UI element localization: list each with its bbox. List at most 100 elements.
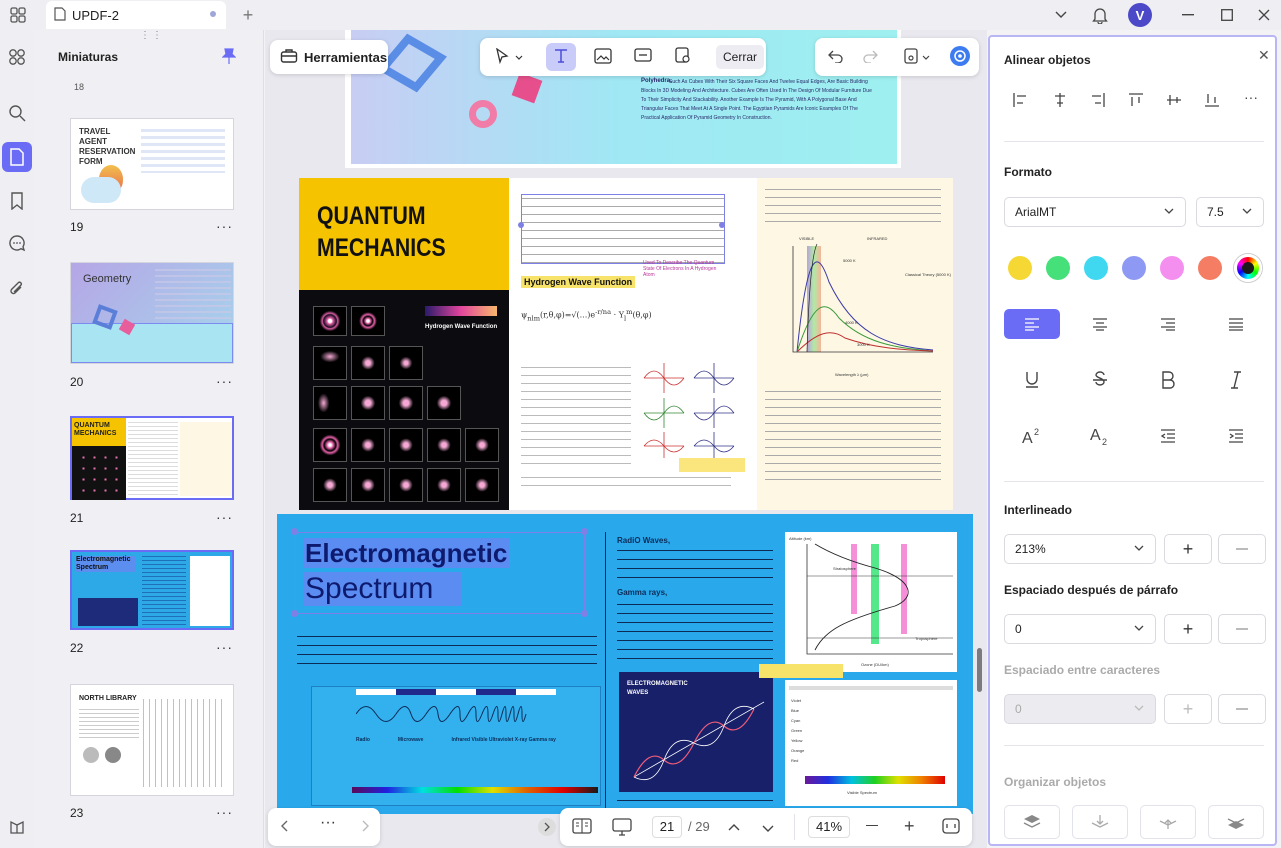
line-spacing-decrease-button[interactable] xyxy=(1218,534,1266,564)
chevron-down-icon[interactable] xyxy=(762,822,774,836)
italic-button[interactable] xyxy=(1208,365,1264,395)
increase-indent-button[interactable] xyxy=(1208,421,1264,451)
presentation-icon[interactable] xyxy=(612,818,632,839)
select-tool[interactable] xyxy=(486,43,532,71)
resize-handle[interactable]: ⋮⋮ xyxy=(140,31,162,41)
resize-handle[interactable] xyxy=(291,528,298,535)
thumbnails-icon[interactable] xyxy=(2,142,32,172)
app-grid-icon[interactable] xyxy=(8,5,28,25)
thumbnail-page-23[interactable]: NORTH LIBRARY xyxy=(70,684,234,796)
align-right-icon[interactable] xyxy=(1090,92,1106,111)
align-top-icon[interactable] xyxy=(1128,92,1144,111)
bring-forward-button[interactable] xyxy=(1072,805,1128,839)
thumb-more-icon[interactable]: ··· xyxy=(216,373,233,389)
image-tool[interactable] xyxy=(588,43,618,71)
decrease-indent-button[interactable] xyxy=(1140,421,1196,451)
align-center-v-icon[interactable] xyxy=(1166,92,1182,111)
line-spacing-increase-button[interactable]: + xyxy=(1164,534,1212,564)
align-left-icon[interactable] xyxy=(1012,92,1028,111)
zoom-out-icon[interactable] xyxy=(866,825,878,827)
thumb-more-icon[interactable]: ··· xyxy=(216,509,233,525)
superscript-button[interactable]: A2 xyxy=(1004,421,1060,451)
subscript-button[interactable]: A2 xyxy=(1072,421,1128,451)
chevron-left-icon[interactable] xyxy=(280,820,288,835)
text-align-center-button[interactable] xyxy=(1072,309,1128,339)
page-22[interactable]: Electromagnetic Spectrum Radio Microwave… xyxy=(277,514,973,814)
para-spacing-select[interactable]: 0 xyxy=(1004,614,1156,644)
thumb-more-icon[interactable]: ··· xyxy=(216,804,233,820)
search-icon[interactable] xyxy=(2,98,32,128)
send-to-back-button[interactable] xyxy=(1208,805,1264,839)
underline-button[interactable] xyxy=(1004,365,1060,395)
color-swatch-pink[interactable] xyxy=(1160,256,1184,280)
bell-icon[interactable] xyxy=(1086,3,1114,27)
color-swatch-orange[interactable] xyxy=(1198,256,1222,280)
para-spacing-decrease-button[interactable] xyxy=(1218,614,1266,644)
chevron-down-icon[interactable] xyxy=(1047,3,1075,27)
color-swatch-yellow[interactable] xyxy=(1008,256,1032,280)
redo-button[interactable] xyxy=(855,43,885,71)
close-panel-icon[interactable]: ✕ xyxy=(1258,47,1270,64)
collapse-arrow-icon[interactable] xyxy=(538,818,556,836)
thumb-more-icon[interactable]: ··· xyxy=(216,639,233,655)
ai-assistant-button[interactable] xyxy=(945,43,975,71)
selected-text-box[interactable] xyxy=(521,194,725,264)
resize-handle[interactable] xyxy=(719,222,725,228)
tools-button[interactable]: Herramientas xyxy=(270,40,388,74)
thumbnail-page-21[interactable]: QUANTUM MECHANICS xyxy=(70,416,234,500)
bookmark-icon[interactable] xyxy=(2,186,32,216)
text-edit-tool[interactable] xyxy=(546,43,576,71)
text-justify-button[interactable] xyxy=(1208,309,1264,339)
line-spacing-select[interactable]: 213% xyxy=(1004,534,1156,564)
apps-icon[interactable] xyxy=(2,42,32,72)
color-swatch-cyan[interactable] xyxy=(1084,256,1108,280)
comment-icon[interactable] xyxy=(2,228,32,258)
fit-page-icon[interactable] xyxy=(942,818,960,837)
char-spacing-decrease-button[interactable] xyxy=(1218,694,1266,724)
color-swatch-green[interactable] xyxy=(1046,256,1070,280)
zoom-input[interactable]: 41% xyxy=(808,816,850,838)
font-family-select[interactable]: ArialMT xyxy=(1004,197,1186,227)
minimize-icon[interactable] xyxy=(1174,3,1202,27)
thumb-more-icon[interactable]: ··· xyxy=(216,218,233,234)
thumbnail-page-19[interactable]: TRAVEL AGENT RESERVATION FORM xyxy=(70,118,234,210)
page-21[interactable]: QUANTUM MECHANICS Hydrogen Wave Function xyxy=(299,178,953,510)
close-edit-button[interactable]: Cerrar xyxy=(716,45,764,69)
page-number-input[interactable]: 21 xyxy=(652,816,682,838)
layers-icon[interactable] xyxy=(2,812,32,842)
bring-to-front-button[interactable] xyxy=(1004,805,1060,839)
bold-button[interactable] xyxy=(1140,365,1196,395)
undo-button[interactable] xyxy=(821,43,851,71)
custom-color-picker-icon[interactable] xyxy=(1234,254,1262,282)
pin-icon[interactable] xyxy=(221,48,237,67)
maximize-icon[interactable] xyxy=(1213,3,1241,27)
save-button[interactable] xyxy=(895,43,939,71)
vertical-scrollbar[interactable] xyxy=(977,648,982,692)
align-center-h-icon[interactable] xyxy=(1052,92,1068,111)
text-align-left-button[interactable] xyxy=(1004,309,1060,339)
chevron-up-icon[interactable] xyxy=(728,820,740,834)
reading-mode-icon[interactable] xyxy=(572,818,592,837)
chevron-right-icon[interactable] xyxy=(362,820,370,835)
thumbnail-page-20[interactable]: Geometry xyxy=(70,262,234,364)
font-size-select[interactable]: 7.5 xyxy=(1196,197,1264,227)
para-spacing-increase-button[interactable]: + xyxy=(1164,614,1212,644)
new-tab-plus-icon[interactable]: + xyxy=(238,4,258,26)
text-align-right-button[interactable] xyxy=(1140,309,1196,339)
strikethrough-button[interactable] xyxy=(1072,365,1128,395)
resize-handle[interactable] xyxy=(291,610,298,617)
char-spacing-select[interactable]: 0 xyxy=(1004,694,1156,724)
document-canvas[interactable]: Polyhedra, Such As Cubes With Their Six … xyxy=(265,30,987,848)
resize-handle[interactable] xyxy=(518,222,524,228)
more-align-icon[interactable]: ··· xyxy=(1244,89,1258,105)
char-spacing-increase-button[interactable]: + xyxy=(1164,694,1212,724)
send-backward-button[interactable] xyxy=(1140,805,1196,839)
resize-handle[interactable] xyxy=(581,528,588,535)
attachment-icon[interactable] xyxy=(2,274,32,304)
align-bottom-icon[interactable] xyxy=(1204,92,1220,111)
resize-handle[interactable] xyxy=(581,610,588,617)
user-avatar[interactable]: V xyxy=(1128,3,1152,27)
more-icon[interactable]: ··· xyxy=(320,814,336,832)
document-tab[interactable]: UPDF-2 xyxy=(46,1,226,29)
close-window-icon[interactable] xyxy=(1250,3,1278,27)
